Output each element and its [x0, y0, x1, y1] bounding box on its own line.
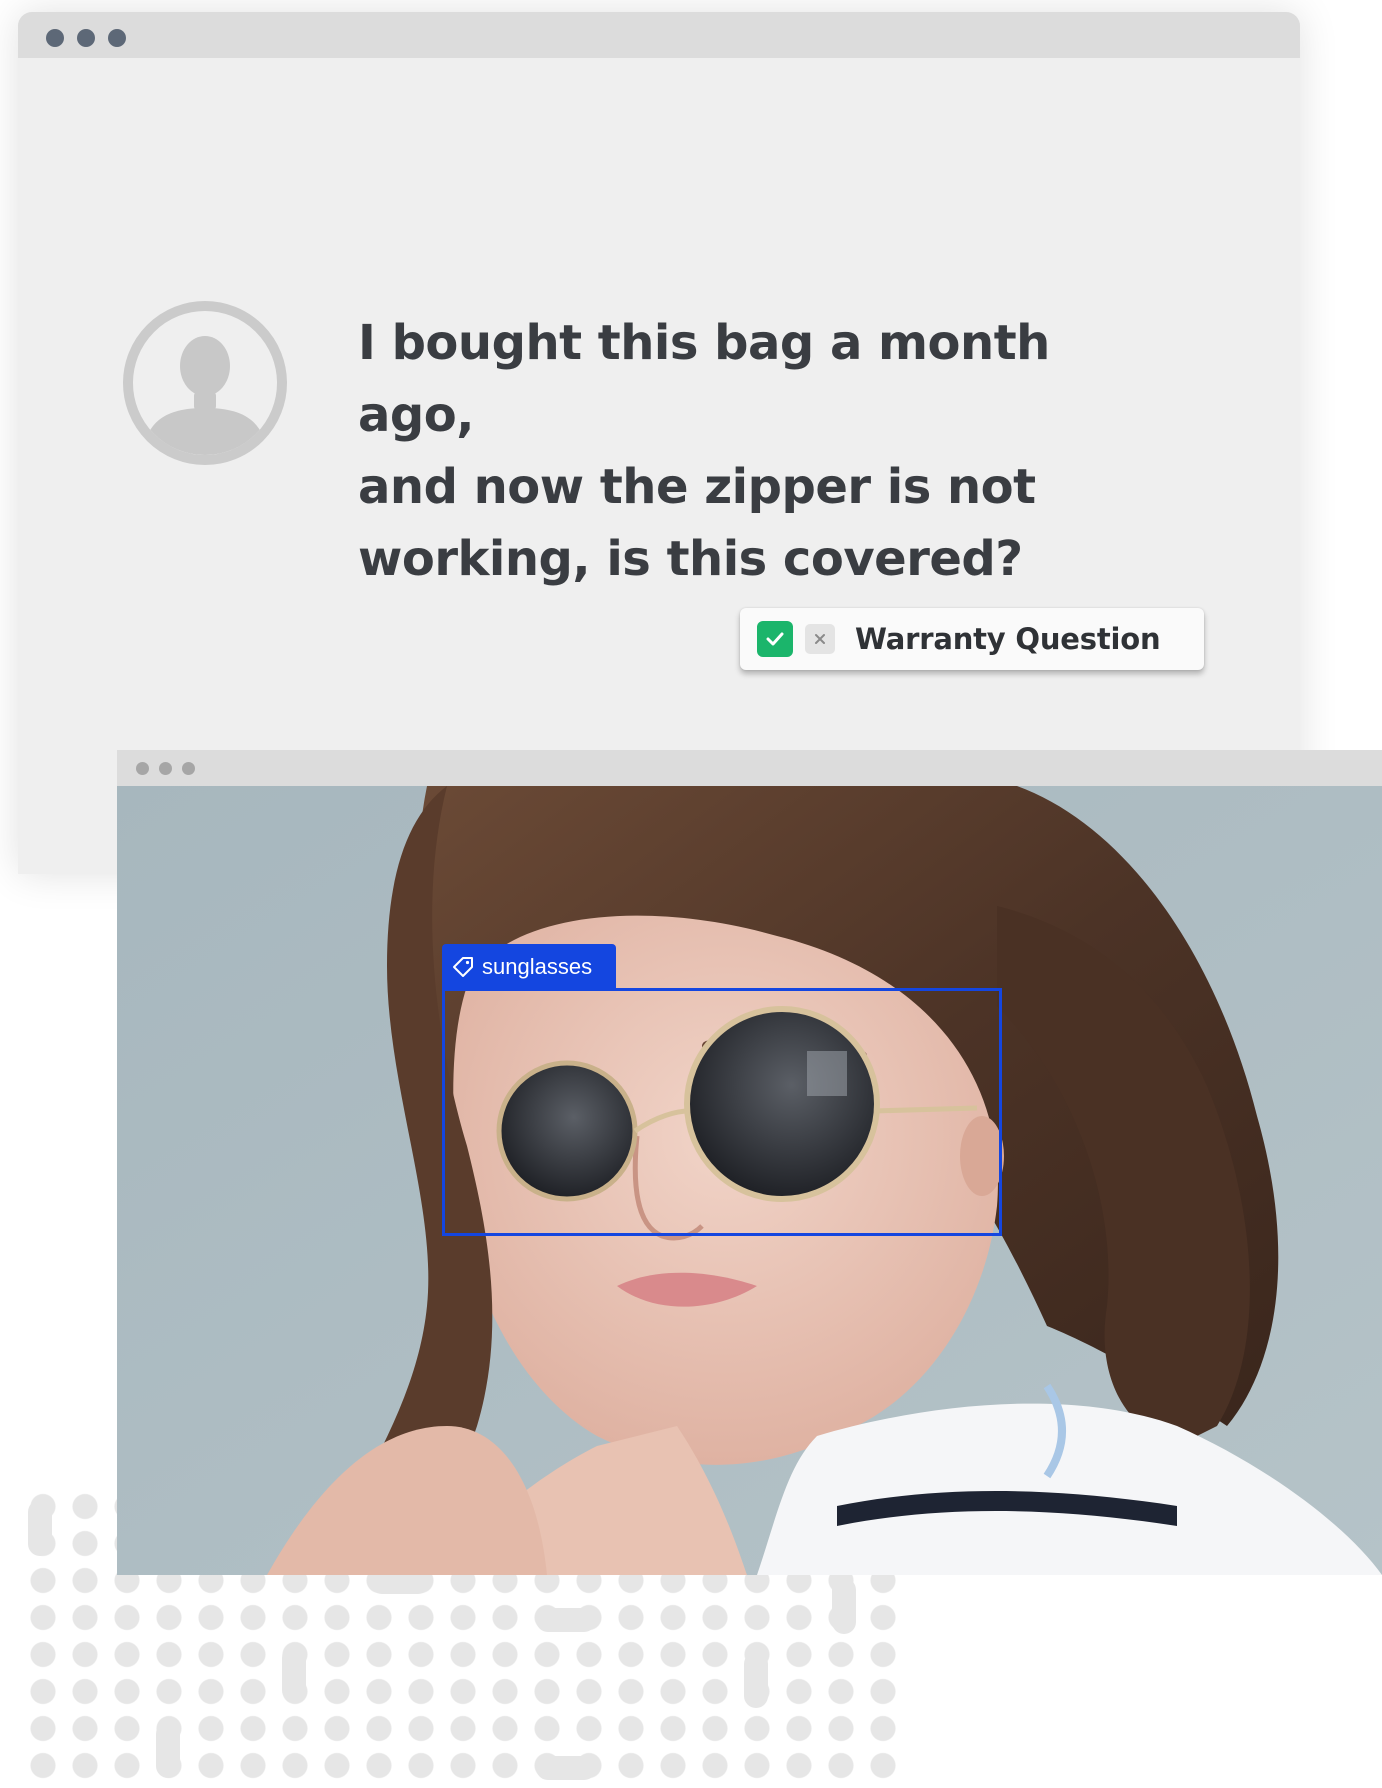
- decorative-dot-link: [282, 1646, 306, 1702]
- window-control-dot[interactable]: [182, 762, 195, 775]
- annotation-bounding-box[interactable]: [442, 988, 1002, 1236]
- annotation-label[interactable]: sunglasses: [442, 944, 616, 990]
- decorative-dot-link: [28, 1500, 52, 1556]
- decorative-dot-link: [744, 1652, 768, 1708]
- customer-message: I bought this bag a month ago, and now t…: [358, 307, 1178, 595]
- window-titlebar: [117, 750, 1382, 786]
- message-line: and now the zipper is not: [358, 459, 1036, 515]
- window-control-dot[interactable]: [136, 762, 149, 775]
- message-line: working, is this covered?: [358, 531, 1023, 587]
- message-line: I bought this bag a month ago,: [358, 315, 1050, 443]
- tag-label: Warranty Question: [855, 622, 1161, 656]
- tag-icon: [452, 956, 474, 978]
- close-icon[interactable]: [805, 624, 835, 654]
- decorative-dot-link: [536, 1756, 596, 1780]
- decorative-dot-link: [832, 1578, 856, 1634]
- check-icon[interactable]: [757, 621, 793, 657]
- decorative-dot-link: [536, 1608, 596, 1632]
- window-control-dot[interactable]: [108, 29, 126, 47]
- annotation-label-text: sunglasses: [482, 954, 593, 979]
- window-control-dot[interactable]: [159, 762, 172, 775]
- classification-tag-chip[interactable]: Warranty Question: [740, 608, 1204, 670]
- window-titlebar: [18, 12, 1300, 58]
- window-control-dot[interactable]: [46, 29, 64, 47]
- window-control-dot[interactable]: [77, 29, 95, 47]
- user-avatar-icon: [122, 300, 288, 466]
- decorative-dot-link: [156, 1722, 180, 1778]
